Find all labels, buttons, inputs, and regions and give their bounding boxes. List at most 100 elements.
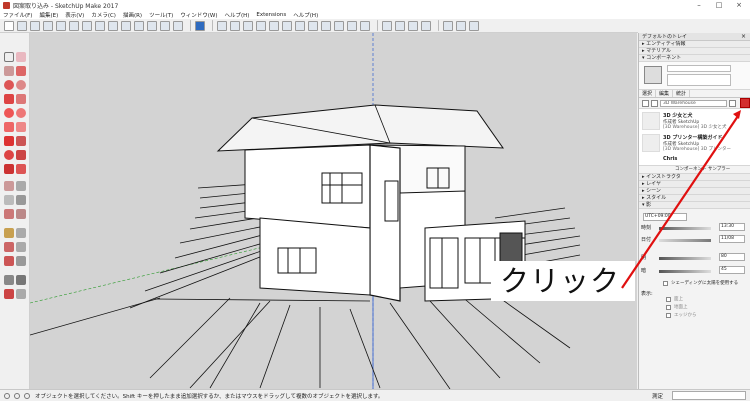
import-icon[interactable]	[421, 20, 431, 31]
search-icon[interactable]	[729, 100, 736, 107]
dark-input[interactable]: 45	[719, 266, 745, 274]
list-item[interactable]: 3D 少女と犬 作成者 SketchUp [3D Warehouse] 3D 少…	[642, 112, 740, 132]
section-instructor[interactable]: ▸ インストラクタ	[639, 174, 750, 181]
pencil-icon[interactable]	[4, 66, 14, 76]
section-styles[interactable]: ▸ スタイル	[639, 195, 750, 202]
section-materials[interactable]: ▸ マテリアル	[639, 48, 750, 55]
left-view-icon[interactable]	[282, 20, 292, 31]
scale-icon[interactable]	[4, 164, 14, 174]
textured-style-icon[interactable]	[347, 20, 357, 31]
rectangle-tool-icon[interactable]	[4, 94, 14, 104]
wireframe-style-icon[interactable]	[308, 20, 318, 31]
move-icon[interactable]	[4, 136, 14, 146]
3d-text-icon[interactable]	[16, 209, 26, 219]
text-icon[interactable]	[16, 195, 26, 205]
orbit-icon[interactable]	[16, 228, 26, 238]
pie-icon[interactable]	[16, 122, 26, 132]
export-icon[interactable]	[408, 20, 418, 31]
timezone-select[interactable]: UTC+09:00	[643, 213, 687, 221]
extension-warehouse-icon[interactable]	[469, 20, 479, 31]
front-view-icon[interactable]	[243, 20, 253, 31]
warehouse-search-input[interactable]: 3D Warehouse	[660, 100, 727, 107]
on-faces-checkbox[interactable]	[666, 297, 671, 302]
section-shadows[interactable]: ▾ 影	[639, 202, 750, 209]
minimize-button[interactable]: –	[690, 0, 708, 10]
tape-measure-icon[interactable]	[134, 20, 144, 31]
axes-icon[interactable]	[4, 209, 14, 219]
zoom-window-icon[interactable]	[4, 256, 14, 266]
line-tool-icon[interactable]	[30, 20, 40, 31]
menu-extensions[interactable]: Extensions	[256, 12, 286, 18]
maximize-button[interactable]: □	[710, 0, 728, 10]
top-view-icon[interactable]	[230, 20, 240, 31]
paint-icon[interactable]	[4, 228, 14, 238]
menu-help-2[interactable]: ヘルプ(H)	[293, 11, 318, 19]
house-outline-icon[interactable]	[395, 20, 405, 31]
move-tool-icon[interactable]	[82, 20, 92, 31]
time-input[interactable]: 13:30	[719, 223, 745, 231]
scale-tool-icon[interactable]	[108, 20, 118, 31]
two-point-arc-icon[interactable]	[16, 108, 26, 118]
warehouse-icon[interactable]	[195, 20, 205, 31]
rotated-rectangle-icon[interactable]	[16, 94, 26, 104]
rotate-icon[interactable]	[4, 150, 14, 160]
menu-window[interactable]: ウィンドウ(W)	[180, 11, 217, 19]
model-viewport[interactable]	[30, 33, 637, 389]
pan-icon[interactable]	[4, 242, 14, 252]
polygon-tool-icon[interactable]	[16, 80, 26, 90]
protractor-icon[interactable]	[4, 195, 14, 205]
component-sampler[interactable]: コンポーネント サンプラー	[639, 166, 750, 174]
zoom-extents-icon[interactable]	[16, 256, 26, 266]
select-arrow-icon[interactable]	[4, 52, 14, 62]
tab-statistics[interactable]: 統計	[673, 90, 691, 97]
date-input[interactable]: 11/08	[719, 235, 745, 243]
menu-edit[interactable]: 編集(E)	[39, 11, 58, 19]
tab-select[interactable]: 選択	[639, 90, 657, 97]
text-tool-icon[interactable]	[147, 20, 157, 31]
view-options-icon[interactable]	[642, 100, 649, 107]
sandbox-icon[interactable]	[456, 20, 466, 31]
eraser-icon[interactable]	[16, 52, 26, 62]
tab-edit[interactable]: 編集	[656, 90, 674, 97]
menu-camera[interactable]: カメラ(C)	[91, 11, 116, 19]
home-nav-icon[interactable]	[651, 100, 658, 107]
hidden-line-style-icon[interactable]	[321, 20, 331, 31]
walk-icon[interactable]	[4, 289, 14, 299]
xray-style-icon[interactable]	[295, 20, 305, 31]
rotate-tool-icon[interactable]	[95, 20, 105, 31]
menu-draw[interactable]: 描画(R)	[123, 11, 142, 19]
zoom-icon[interactable]	[16, 242, 26, 252]
position-camera-icon[interactable]	[4, 275, 14, 285]
section-layers[interactable]: ▸ レイヤ	[639, 181, 750, 188]
push-pull-tool-icon[interactable]	[16, 136, 26, 146]
arc-tool-icon[interactable]	[43, 20, 53, 31]
shape-tool-icon[interactable]	[56, 20, 66, 31]
iso-view-icon[interactable]	[217, 20, 227, 31]
sun-shading-checkbox[interactable]	[663, 281, 668, 286]
dark-slider[interactable]	[659, 270, 711, 273]
offset-tool-icon[interactable]	[121, 20, 131, 31]
push-pull-icon[interactable]	[69, 20, 79, 31]
time-slider[interactable]	[659, 227, 711, 230]
from-edges-checkbox[interactable]	[666, 313, 671, 318]
orbit-tool-icon[interactable]	[173, 20, 183, 31]
date-slider[interactable]	[659, 239, 711, 242]
section-entity-info[interactable]: ▸ エンティティ情報	[639, 41, 750, 48]
section-plane-icon[interactable]	[443, 20, 453, 31]
paint-bucket-icon[interactable]	[160, 20, 170, 31]
list-item[interactable]: Chris	[642, 156, 740, 165]
details-button-icon[interactable]	[740, 98, 750, 108]
back-view-icon[interactable]	[269, 20, 279, 31]
circle-tool-icon[interactable]	[4, 80, 14, 90]
dimension-icon[interactable]	[16, 181, 26, 191]
list-item[interactable]: 3D プリンター構築ガイド 作成者 SketchUp [3D Warehouse…	[642, 134, 740, 154]
tray-close-button[interactable]: ×	[741, 33, 746, 41]
three-point-arc-icon[interactable]	[4, 122, 14, 132]
menu-help[interactable]: ヘルプ(H)	[224, 11, 249, 19]
section-components[interactable]: ▾ コンポーネント	[639, 55, 750, 62]
section-icon[interactable]	[16, 289, 26, 299]
menu-tools[interactable]: ツール(T)	[149, 11, 173, 19]
home-icon[interactable]	[382, 20, 392, 31]
component-description-field[interactable]	[667, 74, 731, 86]
tape-measure-tool-icon[interactable]	[4, 181, 14, 191]
